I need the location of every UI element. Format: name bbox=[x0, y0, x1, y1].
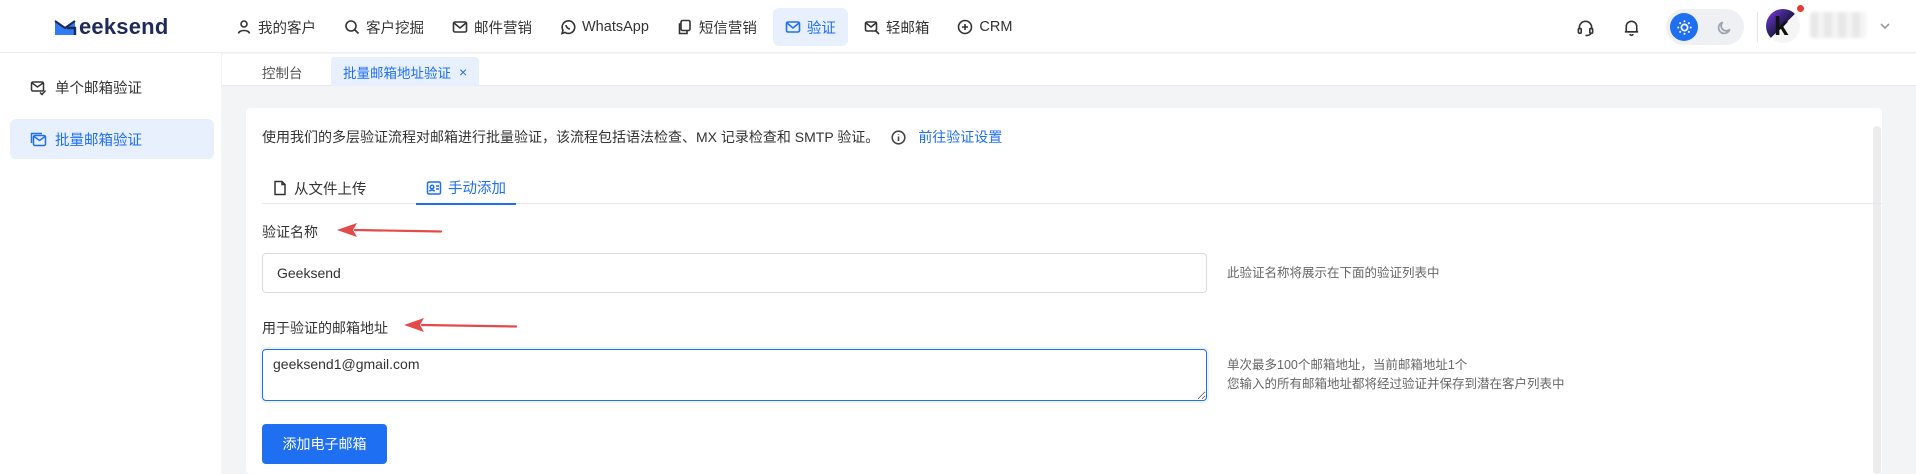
sun-icon bbox=[1676, 19, 1692, 35]
notifications-button[interactable] bbox=[1618, 14, 1644, 40]
dark-theme-button[interactable] bbox=[1710, 13, 1738, 41]
light-mail-icon bbox=[864, 21, 880, 35]
nav-item-whatsapp[interactable]: WhatsApp bbox=[548, 8, 661, 46]
moon-icon bbox=[1717, 20, 1731, 34]
nav-label: 我的客户 bbox=[258, 20, 316, 37]
brand-name: eeksend bbox=[79, 14, 169, 39]
verification-name-input[interactable] bbox=[262, 253, 1207, 293]
tab-dashboard[interactable]: 控制台 bbox=[250, 57, 315, 86]
nav-item-prospecting[interactable]: 客户挖掘 bbox=[332, 8, 436, 46]
sidebar-item-bulk-verify[interactable]: 批量邮箱验证 bbox=[10, 119, 214, 159]
red-arrow-annotation bbox=[337, 223, 443, 237]
mail-check-icon bbox=[30, 80, 47, 96]
sms-icon bbox=[678, 19, 691, 35]
user-menu-toggle[interactable] bbox=[1878, 19, 1892, 33]
tab-label: 手动添加 bbox=[448, 181, 506, 197]
sidebar-item-label: 批量邮箱验证 bbox=[55, 132, 142, 149]
whatsapp-icon bbox=[560, 20, 576, 35]
bell-icon bbox=[1624, 20, 1638, 36]
chevron-down-icon bbox=[1880, 23, 1890, 30]
emails-label: 用于验证的邮箱地址 bbox=[262, 320, 388, 336]
emails-textarea[interactable]: geeksend1@gmail.com bbox=[262, 349, 1207, 401]
nav-item-crm[interactable]: CRM bbox=[945, 8, 1024, 46]
nav-label: CRM bbox=[979, 19, 1013, 35]
main-nav: 我的客户 客户挖掘 邮件营销 WhatsApp 短信营销 验证 轻邮箱 CRM bbox=[224, 8, 1028, 46]
logo-mark-icon bbox=[52, 14, 78, 40]
red-arrow-annotation bbox=[404, 318, 518, 332]
add-email-button[interactable]: 添加电子邮箱 bbox=[262, 424, 387, 464]
nav-label: 客户挖掘 bbox=[366, 20, 424, 37]
sidebar-item-single-verify[interactable]: 单个邮箱验证 bbox=[10, 67, 214, 107]
verification-name-label: 验证名称 bbox=[262, 224, 318, 240]
emails-hint-save: 您输入的所有邮箱地址都将经过验证并保存到潜在客户列表中 bbox=[1227, 377, 1565, 391]
nav-label: 轻邮箱 bbox=[885, 20, 930, 37]
avatar-letter: k bbox=[1774, 11, 1789, 41]
verification-settings-link[interactable]: 前往验证设置 bbox=[918, 127, 1002, 147]
mail-stack-icon bbox=[30, 132, 47, 146]
theme-toggle[interactable] bbox=[1666, 9, 1744, 45]
mail-icon bbox=[452, 21, 468, 33]
intro-text: 使用我们的多层验证流程对邮箱进行批量验证，该流程包括语法检查、MX 记录检查和 … bbox=[262, 129, 880, 145]
divider bbox=[1757, 12, 1758, 42]
close-icon[interactable]: × bbox=[459, 64, 467, 80]
info-icon[interactable] bbox=[891, 129, 906, 145]
file-icon bbox=[274, 180, 286, 196]
contact-card-icon bbox=[426, 180, 442, 195]
nav-item-sms-marketing[interactable]: 短信营销 bbox=[665, 8, 769, 46]
top-navbar: eeksend 我的客户 客户挖掘 邮件营销 WhatsApp 短信营销 验证 bbox=[0, 0, 1916, 53]
nav-item-verification[interactable]: 验证 bbox=[772, 8, 848, 46]
tab-upload-file[interactable]: 从文件上传 bbox=[262, 172, 377, 204]
add-method-tabs: 从文件上传 手动添加 bbox=[262, 172, 1882, 205]
tab-label: 控制台 bbox=[262, 65, 303, 81]
headset-icon bbox=[1577, 20, 1593, 36]
tab-bulk-email-verification[interactable]: 批量邮箱地址验证 × bbox=[331, 57, 480, 86]
user-icon bbox=[237, 20, 251, 34]
verification-name-hint: 此验证名称将展示在下面的验证列表中 bbox=[1227, 266, 1440, 280]
page-tab-strip: 控制台 批量邮箱地址验证 × bbox=[222, 54, 1916, 86]
avatar[interactable]: k bbox=[1766, 9, 1800, 43]
support-button[interactable] bbox=[1572, 14, 1598, 40]
username-blurred[interactable] bbox=[1810, 12, 1866, 38]
search-icon bbox=[345, 20, 360, 35]
nav-label: 短信营销 bbox=[698, 20, 757, 37]
sidebar-item-label: 单个邮箱验证 bbox=[55, 80, 142, 97]
nav-label: 验证 bbox=[806, 20, 836, 37]
tab-manual-add[interactable]: 手动添加 bbox=[416, 172, 516, 205]
nav-label: 邮件营销 bbox=[474, 20, 532, 37]
mail-check-icon bbox=[785, 21, 801, 33]
nav-item-my-customers[interactable]: 我的客户 bbox=[224, 8, 328, 46]
tab-label: 批量邮箱地址验证 bbox=[343, 65, 451, 81]
sidebar: 单个邮箱验证 批量邮箱验证 bbox=[0, 53, 221, 474]
intro-text-row: 使用我们的多层验证流程对邮箱进行批量验证，该流程包括语法检查、MX 记录检查和 … bbox=[262, 127, 1002, 147]
nav-label: WhatsApp bbox=[582, 19, 649, 35]
crm-icon bbox=[958, 19, 973, 35]
tab-label: 从文件上传 bbox=[294, 181, 367, 198]
nav-item-email-marketing[interactable]: 邮件营销 bbox=[440, 8, 544, 46]
emails-hint-limit: 单次最多100个邮箱地址，当前邮箱地址1个 bbox=[1227, 358, 1468, 372]
nav-item-light-mailbox[interactable]: 轻邮箱 bbox=[852, 8, 942, 46]
brand-logo[interactable]: eeksend bbox=[52, 12, 168, 42]
notification-dot bbox=[1797, 5, 1804, 12]
light-theme-button[interactable] bbox=[1670, 13, 1698, 41]
